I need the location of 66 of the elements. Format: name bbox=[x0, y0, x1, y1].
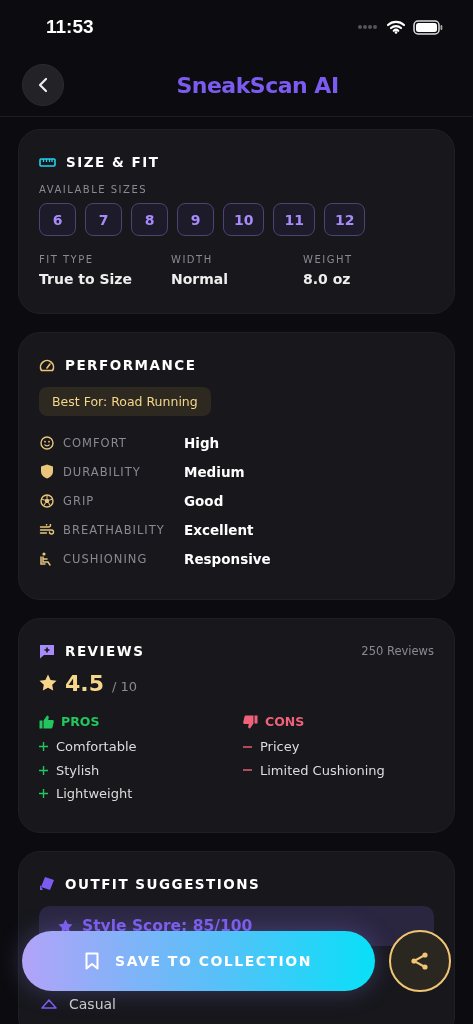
con-item: Limited Cushioning bbox=[260, 762, 385, 778]
metric-label: GRIP bbox=[63, 493, 96, 508]
plus-icon bbox=[39, 742, 48, 752]
metric-value: Excellent bbox=[184, 521, 254, 538]
metric-value: Responsive bbox=[184, 550, 271, 567]
spec-value: Normal bbox=[171, 271, 230, 287]
metric-label: CUSHIONING bbox=[63, 551, 149, 566]
size-chip[interactable]: 8 bbox=[131, 203, 168, 236]
thumbs-up-icon bbox=[39, 714, 54, 729]
metric-value: Medium bbox=[184, 463, 245, 480]
rating-scale: / 10 bbox=[112, 679, 138, 694]
size-chip[interactable]: 11 bbox=[273, 203, 315, 236]
size-chip[interactable]: 7 bbox=[85, 203, 122, 236]
app-title: SneakScan AI bbox=[175, 72, 340, 98]
spec-label: WIDTH bbox=[171, 254, 214, 265]
plus-icon bbox=[39, 765, 48, 775]
sizes-label: AVAILABLE SIZES bbox=[39, 184, 149, 195]
wind-icon bbox=[39, 523, 55, 536]
battery-icon bbox=[413, 19, 443, 35]
outfit-item: Casual bbox=[69, 995, 116, 1012]
review-count: 250 Reviews bbox=[361, 644, 434, 658]
rating-value: 4.5 bbox=[65, 671, 104, 696]
size-chip[interactable]: 9 bbox=[177, 203, 214, 236]
pro-item: Comfortable bbox=[56, 739, 137, 755]
spec-label: FIT TYPE bbox=[39, 254, 95, 265]
metric-value: High bbox=[184, 434, 220, 451]
thumbs-down-icon bbox=[243, 714, 258, 729]
back-button[interactable] bbox=[22, 64, 64, 106]
spec-label: WEIGHT bbox=[303, 254, 354, 265]
section-title: OUTFIT SUGGESTIONS bbox=[65, 875, 261, 892]
share-icon bbox=[410, 951, 430, 971]
swatch-icon bbox=[39, 876, 55, 891]
star-icon bbox=[58, 918, 73, 933]
con-item: Pricey bbox=[260, 739, 300, 755]
minus-icon bbox=[243, 745, 252, 748]
back-icon bbox=[37, 77, 49, 93]
spec-value: 8.0 oz bbox=[303, 271, 352, 287]
section-title: PERFORMANCE bbox=[65, 357, 197, 373]
metric-label: COMFORT bbox=[63, 435, 128, 450]
signal-icon bbox=[357, 24, 379, 30]
metric-label: DURABILITY bbox=[63, 464, 142, 479]
ruler-icon bbox=[39, 157, 56, 167]
size-chip[interactable]: 10 bbox=[223, 203, 265, 236]
spec-value: True to Size bbox=[39, 271, 133, 287]
pros-title: PROS bbox=[61, 714, 100, 729]
metric-value: Good bbox=[184, 492, 224, 509]
smiley-icon bbox=[39, 435, 55, 450]
gauge-icon bbox=[39, 358, 55, 372]
section-title: REVIEWS bbox=[65, 643, 145, 659]
minus-icon bbox=[243, 769, 252, 772]
pro-item: Lightweight bbox=[56, 786, 133, 802]
chat-star-icon bbox=[39, 643, 55, 659]
section-title: SIZE & FIT bbox=[66, 154, 160, 170]
star-icon bbox=[39, 674, 57, 691]
status-time: 11:53 bbox=[46, 16, 94, 38]
cons-title: CONS bbox=[265, 714, 305, 729]
ball-icon bbox=[39, 493, 55, 508]
size-chip[interactable]: 6 bbox=[39, 203, 76, 236]
pro-item: Stylish bbox=[56, 762, 100, 778]
metric-label: BREATHABILITY bbox=[63, 522, 166, 537]
best-for-badge: Best For: Road Running bbox=[39, 387, 211, 416]
wifi-icon bbox=[387, 20, 405, 34]
size-chip[interactable]: 12 bbox=[323, 203, 366, 236]
plus-icon bbox=[39, 789, 48, 799]
shield-icon bbox=[39, 464, 55, 479]
bookmark-icon bbox=[85, 952, 100, 970]
